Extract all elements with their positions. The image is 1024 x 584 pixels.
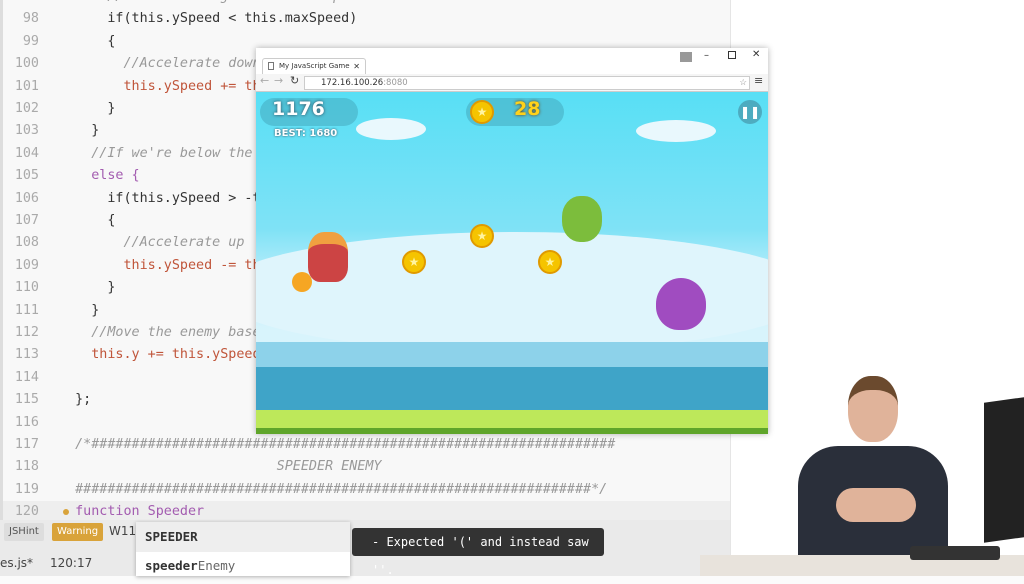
coin: ★ bbox=[402, 250, 426, 274]
minimize-icon[interactable]: – bbox=[704, 50, 709, 61]
cloud bbox=[356, 118, 426, 140]
monitor bbox=[984, 397, 1024, 543]
close-window-icon[interactable]: ✕ bbox=[752, 49, 760, 60]
autocomplete-item[interactable]: speederEnemy bbox=[136, 552, 350, 576]
code-text: } bbox=[59, 280, 116, 296]
jetpack-flame bbox=[292, 272, 312, 292]
line-number: 112 bbox=[14, 325, 39, 340]
zombie-enemy bbox=[562, 196, 602, 242]
close-tab-icon[interactable]: ✕ bbox=[353, 59, 360, 74]
toolbar: ← → ↻ 172.16.100.26:8080 ☆ ≡ bbox=[256, 74, 768, 92]
back-icon[interactable]: ← bbox=[260, 74, 269, 87]
url-host: 172.16.100.26 bbox=[321, 78, 384, 88]
player-character bbox=[308, 232, 348, 282]
presenter-head bbox=[848, 376, 898, 442]
match-text: SPEEDER bbox=[145, 529, 198, 544]
menu-icon[interactable]: ≡ bbox=[754, 74, 763, 87]
code-text: //If not moving at maximum speed bbox=[59, 0, 365, 8]
line-number: 107 bbox=[14, 213, 39, 228]
warning-code: W11 bbox=[109, 524, 137, 538]
browser-tab[interactable]: My JavaScript Game ✕ bbox=[262, 58, 366, 74]
presenter-hands bbox=[836, 488, 916, 522]
maximize-icon[interactable] bbox=[728, 51, 736, 59]
line-number: 115 bbox=[14, 392, 39, 408]
code-line[interactable]: 98 if(this.ySpeed < this.maxSpeed) bbox=[3, 8, 733, 30]
line-number: 108 bbox=[14, 235, 39, 251]
code-text: SPEEDER ENEMY bbox=[59, 459, 382, 475]
browser-window: My JavaScript Game ✕ – ✕ ← → ↻ 172.16.10… bbox=[256, 48, 768, 434]
cursor-position: 120:17 bbox=[50, 556, 93, 570]
code-text: //Accelerate up bbox=[59, 235, 245, 251]
code-text: //Move the enemy base bbox=[59, 325, 261, 340]
coin: ★ bbox=[470, 224, 494, 248]
code-text: //Accelerate down bbox=[59, 56, 261, 72]
code-text: this.ySpeed -= th bbox=[59, 257, 261, 273]
line-number: 101 bbox=[14, 78, 39, 94]
line-number: 114 bbox=[14, 369, 39, 385]
coin-icon: ★ bbox=[470, 100, 494, 124]
page-icon bbox=[268, 62, 274, 70]
code-line[interactable]: 117 /*##################################… bbox=[3, 434, 733, 456]
code-text: } bbox=[59, 123, 100, 139]
coin-count: 28 bbox=[514, 98, 541, 120]
code-text: else { bbox=[59, 168, 140, 184]
code-text: { bbox=[59, 33, 116, 49]
url-port: :8080 bbox=[383, 78, 408, 88]
code-text: if(this.ySpeed > -t bbox=[59, 190, 261, 206]
line-number: 103 bbox=[14, 123, 39, 139]
bookmark-star-icon[interactable]: ☆ bbox=[739, 77, 747, 89]
line-number: 117 bbox=[14, 437, 39, 452]
code-text: { bbox=[59, 213, 116, 228]
warning-badge[interactable]: Warning bbox=[52, 523, 104, 541]
code-line[interactable]: 118 SPEEDER ENEMY bbox=[3, 456, 733, 478]
code-text: //If we're below the bbox=[59, 145, 253, 161]
line-number: 97 bbox=[3, 0, 39, 8]
code-line[interactable]: 97 //If not moving at maximum speed bbox=[3, 0, 733, 8]
code-text: this.ySpeed += th bbox=[59, 78, 261, 94]
address-bar[interactable]: 172.16.100.26:8080 ☆ bbox=[304, 76, 750, 90]
coin: ★ bbox=[538, 250, 562, 274]
line-number: 106 bbox=[14, 190, 39, 206]
line-number: 113 bbox=[14, 347, 39, 363]
line-number: 116 bbox=[14, 414, 39, 430]
ground bbox=[256, 410, 768, 434]
autocomplete-item[interactable]: SPEEDER bbox=[136, 522, 350, 552]
jshint-badge[interactable]: JSHint bbox=[4, 523, 44, 541]
code-text: if(this.ySpeed < this.maxSpeed) bbox=[59, 11, 358, 27]
line-number: 105 bbox=[14, 168, 39, 184]
line-number: 99 bbox=[22, 33, 39, 49]
line-number: 102 bbox=[14, 101, 39, 116]
line-number: 118 bbox=[14, 459, 39, 475]
lint-tooltip: - Expected '(' and instead saw ''. bbox=[352, 528, 604, 577]
line-number: 98 bbox=[22, 11, 39, 27]
reload-icon[interactable]: ↻ bbox=[290, 74, 299, 87]
autocomplete-popup[interactable]: SPEEDER speederEnemy bbox=[136, 522, 350, 576]
code-line[interactable]: 119 ####################################… bbox=[3, 479, 733, 501]
line-number: 119 bbox=[14, 481, 39, 497]
keyboard bbox=[910, 546, 1000, 560]
rest-text: Enemy bbox=[197, 558, 236, 573]
profile-icon[interactable] bbox=[680, 52, 692, 62]
line-number: 110 bbox=[14, 280, 39, 296]
purple-monster-enemy bbox=[656, 278, 706, 330]
forward-icon[interactable]: → bbox=[274, 74, 283, 87]
code-text: } bbox=[59, 302, 100, 318]
code-text: /*######################################… bbox=[59, 437, 616, 452]
code-text: this.y += this.ySpeed bbox=[59, 347, 261, 363]
line-number: 104 bbox=[14, 145, 39, 161]
line-number: 109 bbox=[14, 257, 39, 273]
pause-button[interactable]: ❚❚ bbox=[738, 100, 762, 124]
tab-title: My JavaScript Game bbox=[279, 62, 350, 70]
code-text: ########################################… bbox=[59, 481, 608, 497]
score: 1176 bbox=[272, 98, 325, 120]
best-score: BEST: 1680 bbox=[274, 128, 338, 139]
line-number: 111 bbox=[14, 302, 39, 318]
code-text: }; bbox=[59, 392, 92, 408]
cloud bbox=[636, 120, 716, 142]
code-text: } bbox=[59, 101, 116, 116]
match-text: speeder bbox=[145, 558, 198, 573]
line-number: 100 bbox=[14, 56, 39, 72]
file-name: es.js* bbox=[0, 556, 34, 570]
game-canvas[interactable]: 1176 BEST: 1680 ★ 28 ❚❚ ★ ★ ★ bbox=[256, 92, 768, 434]
